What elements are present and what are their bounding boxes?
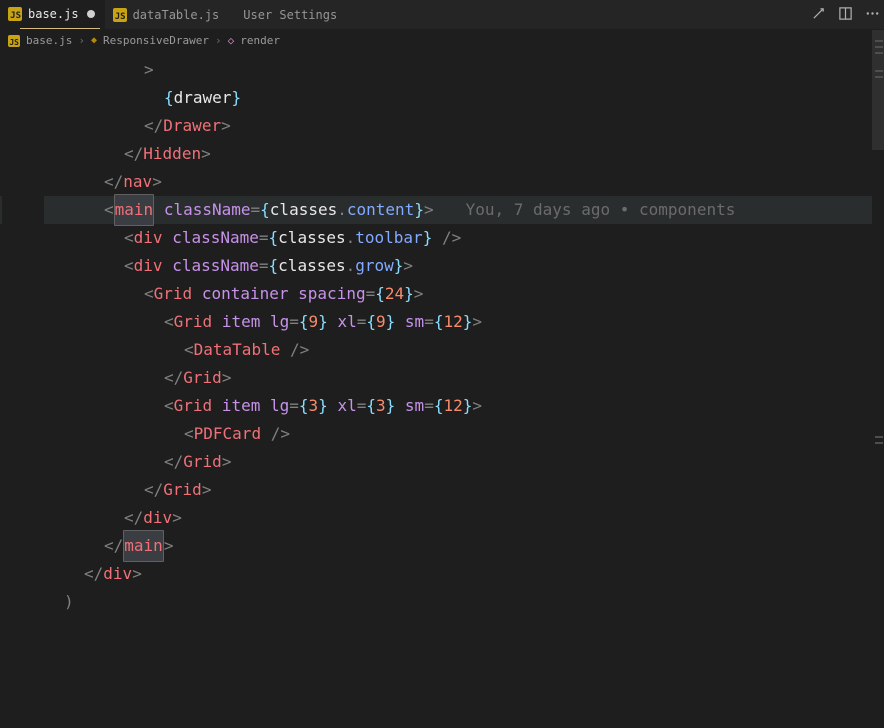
selection-match: main: [114, 194, 155, 226]
code-line[interactable]: >: [44, 56, 884, 84]
code-line[interactable]: <div className={classes.grow}>: [44, 252, 884, 280]
git-blame-annotation: You, 7 days ago • components: [434, 195, 736, 225]
dirty-indicator-icon: [87, 10, 95, 18]
tab-datatable-js[interactable]: JS dataTable.js: [105, 0, 230, 30]
code-line[interactable]: <DataTable />: [44, 336, 884, 364]
minimap-mark: [875, 40, 883, 42]
minimap-viewport[interactable]: [872, 30, 884, 150]
chevron-right-icon: ›: [215, 34, 222, 47]
code-line[interactable]: </Hidden>: [44, 140, 884, 168]
js-icon: JS: [8, 35, 20, 47]
chevron-right-icon: ›: [78, 34, 85, 47]
minimap-mark: [875, 76, 883, 78]
code-line[interactable]: </main>: [44, 532, 884, 560]
code-line[interactable]: <Grid container spacing={24}>: [44, 280, 884, 308]
code-line[interactable]: </Grid>: [44, 364, 884, 392]
tab-label: base.js: [28, 7, 79, 21]
code-line[interactable]: <Grid item lg={3} xl={3} sm={12}>: [44, 392, 884, 420]
code-editor[interactable]: > {drawer} </Drawer> </Hidden> </nav> <m…: [0, 50, 884, 616]
code-line[interactable]: {drawer}: [44, 84, 884, 112]
minimap[interactable]: [872, 30, 884, 728]
minimap-mark: [875, 70, 883, 72]
breadcrumb-file: base.js: [26, 34, 72, 47]
js-icon: JS: [8, 7, 22, 21]
code-line[interactable]: </Grid>: [44, 476, 884, 504]
minimap-mark: [875, 436, 883, 438]
tab-label: User Settings: [243, 8, 337, 22]
more-actions-icon[interactable]: [865, 6, 880, 24]
breadcrumb[interactable]: JS base.js › ◆ ResponsiveDrawer › ◇ rend…: [0, 30, 884, 50]
breadcrumb-symbol: render: [240, 34, 280, 47]
code-line[interactable]: <PDFCard />: [44, 420, 884, 448]
breadcrumb-symbol: ResponsiveDrawer: [103, 34, 209, 47]
active-tab-underline: [20, 28, 100, 29]
symbol-method-icon: ◇: [228, 34, 235, 47]
code-line[interactable]: <Grid item lg={9} xl={9} sm={12}>: [44, 308, 884, 336]
code-line[interactable]: </Drawer>: [44, 112, 884, 140]
js-icon: JS: [113, 8, 127, 22]
tab-label: dataTable.js: [133, 8, 220, 22]
editor-title-actions: [811, 0, 880, 30]
editor-tabs: JS base.js JS dataTable.js User Settings: [0, 0, 884, 30]
split-editor-icon[interactable]: [838, 6, 853, 24]
code-line[interactable]: </div>: [44, 504, 884, 532]
tab-base-js[interactable]: JS base.js: [0, 0, 105, 30]
minimap-mark: [875, 52, 883, 54]
code-line[interactable]: <div className={classes.toolbar} />: [44, 224, 884, 252]
code-line-cursor[interactable]: <main className={classes.content}>You, 7…: [44, 196, 884, 224]
code-line[interactable]: ): [44, 588, 884, 616]
compare-changes-icon[interactable]: [811, 6, 826, 24]
code-line[interactable]: </div>: [44, 560, 884, 588]
tab-user-settings[interactable]: User Settings: [229, 0, 347, 30]
code-line[interactable]: </Grid>: [44, 448, 884, 476]
selection-match: main: [123, 530, 164, 562]
code-line[interactable]: </nav>: [44, 168, 884, 196]
symbol-class-icon: ◆: [91, 35, 97, 46]
minimap-mark: [875, 442, 883, 444]
minimap-mark: [875, 46, 883, 48]
